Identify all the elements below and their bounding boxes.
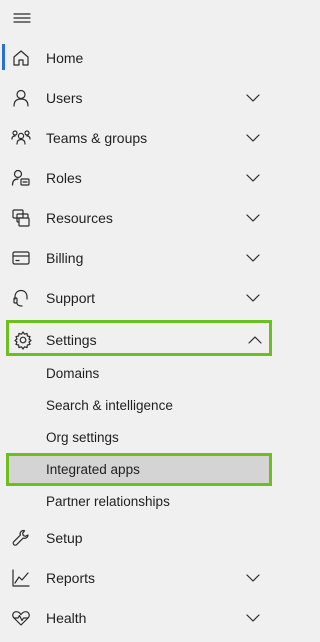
chevron-down-icon[interactable] [245,132,261,144]
heart-pulse-icon [12,611,30,626]
sub-item-partner-relationships[interactable]: Partner relationships [0,486,278,518]
chevron-down-icon[interactable] [245,252,261,264]
nav-item-label: Support [46,290,96,306]
nav-item-label: Users [46,90,83,106]
nav-item-settings[interactable]: Settings [6,320,272,356]
left-navigation: Home Users Teams & groups Roles Resource… [0,0,278,642]
sub-item-label: Org settings [46,430,119,445]
chevron-down-icon[interactable] [245,212,261,224]
nav-item-label: Settings [46,332,97,348]
sub-item-search-intelligence[interactable]: Search & intelligence [0,390,278,422]
sub-item-label: Search & intelligence [46,398,173,413]
wrench-icon [12,529,29,546]
chevron-down-icon[interactable] [245,292,261,304]
sub-item-label: Partner relationships [46,494,170,509]
gear-icon [14,331,32,350]
person-key-icon [11,169,30,186]
nav-item-reports[interactable]: Reports [0,558,278,598]
nav-item-resources[interactable]: Resources [0,198,278,238]
nav-item-label: Teams & groups [46,130,148,146]
chart-icon [12,569,30,587]
chevron-down-icon[interactable] [245,612,261,624]
sub-item-label: Domains [46,366,100,381]
nav-item-label: Roles [46,170,82,186]
nav-item-label: Reports [46,570,96,586]
nav-item-roles[interactable]: Roles [0,158,278,198]
chevron-down-icon[interactable] [245,172,261,184]
hamburger-icon[interactable] [13,10,33,26]
nav-item-billing[interactable]: Billing [0,238,278,278]
person-icon [13,89,29,107]
chevron-up-icon[interactable] [247,334,263,346]
nav-item-label: Health [46,610,87,626]
credit-card-icon [12,251,30,265]
chevron-down-icon[interactable] [245,92,261,104]
nav-item-users[interactable]: Users [0,78,278,118]
nav-item-label: Setup [46,530,83,546]
nav-item-label: Billing [46,250,84,266]
headset-icon [13,289,28,307]
sub-item-integrated-apps[interactable]: Integrated apps [6,453,272,486]
sub-item-org-settings[interactable]: Org settings [0,422,278,454]
nav-item-support[interactable]: Support [0,278,278,318]
nav-item-teams-groups[interactable]: Teams & groups [0,118,278,158]
resources-icon [12,209,30,227]
nav-item-setup[interactable]: Setup [0,518,278,558]
nav-item-home[interactable]: Home [0,38,278,78]
chevron-down-icon[interactable] [245,572,261,584]
nav-item-health[interactable]: Health [0,598,278,638]
home-icon [13,50,29,66]
nav-item-label: Home [46,50,84,66]
people-group-icon [11,130,31,145]
sub-item-domains[interactable]: Domains [0,358,278,390]
sub-item-label: Integrated apps [46,462,140,477]
nav-item-label: Resources [46,210,113,226]
